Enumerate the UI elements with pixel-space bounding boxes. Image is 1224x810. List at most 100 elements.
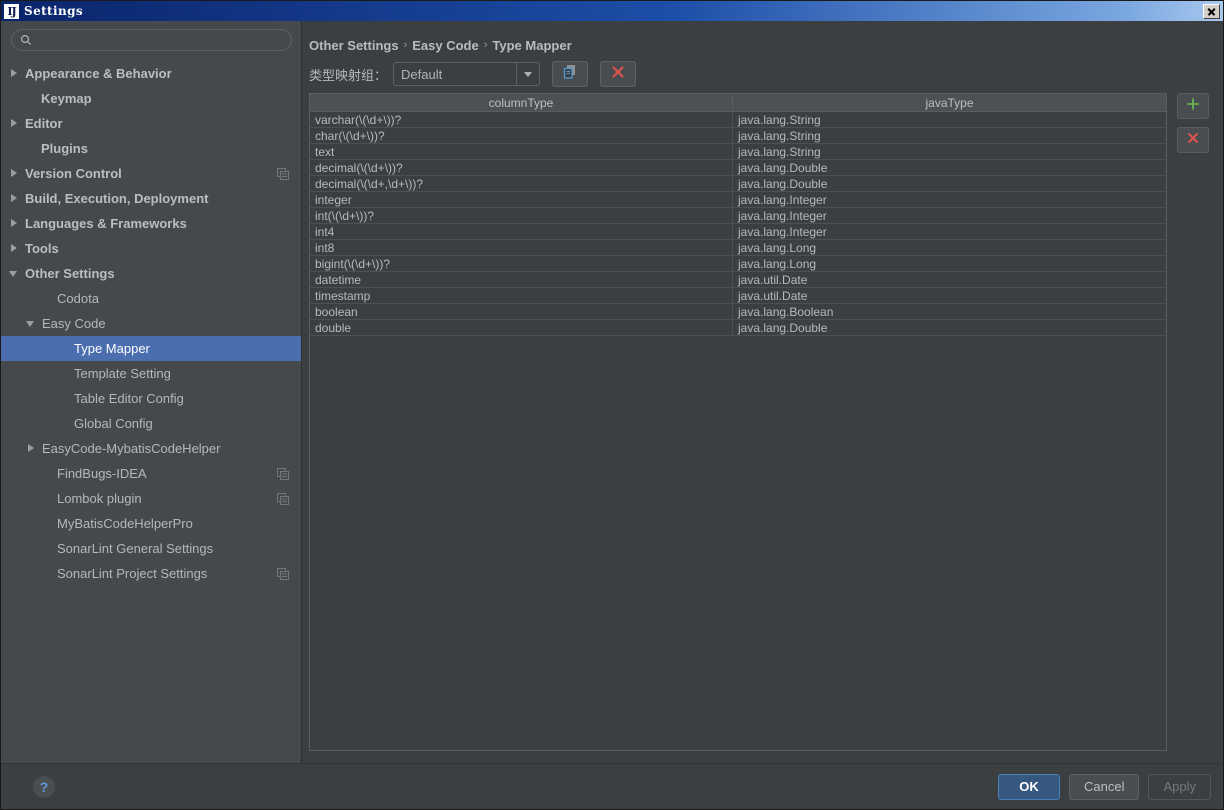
breadcrumb-part[interactable]: Easy Code: [412, 38, 478, 53]
sidebar-item-label: EasyCode-MybatisCodeHelper: [42, 441, 221, 456]
cell-javaType[interactable]: java.lang.Double: [733, 176, 1166, 191]
table-row[interactable]: decimal(\(\d+\))? java.lang.Double: [310, 160, 1166, 176]
chevron-right-icon[interactable]: [9, 243, 20, 254]
table-row[interactable]: bigint(\(\d+\))? java.lang.Long: [310, 256, 1166, 272]
table-row[interactable]: int4 java.lang.Integer: [310, 224, 1166, 240]
search-input[interactable]: [38, 33, 283, 47]
table-row[interactable]: integer java.lang.Integer: [310, 192, 1166, 208]
chevron-right-icon[interactable]: [9, 218, 20, 229]
cell-javaType[interactable]: java.lang.Integer: [733, 224, 1166, 239]
cell-columnType[interactable]: double: [310, 320, 733, 335]
copy-group-button[interactable]: [552, 61, 589, 87]
sidebar-item-label: Build, Execution, Deployment: [25, 191, 209, 206]
column-header-javaType[interactable]: javaType: [733, 94, 1166, 111]
cell-javaType[interactable]: java.lang.Long: [733, 256, 1166, 271]
cell-columnType[interactable]: varchar(\(\d+\))?: [310, 112, 733, 127]
type-mapper-group-select[interactable]: Default: [393, 62, 541, 86]
cell-javaType[interactable]: java.lang.String: [733, 112, 1166, 127]
chevron-right-icon[interactable]: [9, 68, 20, 79]
table-row[interactable]: int8 java.lang.Long: [310, 240, 1166, 256]
chevron-down-icon[interactable]: [9, 268, 20, 279]
sidebar-item-table-editor-config[interactable]: Table Editor Config: [1, 386, 301, 411]
type-mapper-group-value: Default: [401, 66, 443, 82]
cell-columnType[interactable]: int4: [310, 224, 733, 239]
cell-javaType[interactable]: java.lang.Integer: [733, 192, 1166, 207]
chevron-right-icon[interactable]: [9, 193, 20, 204]
chevron-right-icon[interactable]: [26, 443, 37, 454]
sidebar-item-keymap[interactable]: Keymap: [1, 86, 301, 111]
sidebar-item-other-settings[interactable]: Other Settings: [1, 261, 301, 286]
cell-javaType[interactable]: java.lang.Double: [733, 160, 1166, 175]
content-row: Appearance & Behavior Keymap Editor Plugins…: [1, 21, 1223, 763]
sidebar-item-codota[interactable]: Codota: [1, 286, 301, 311]
cell-columnType[interactable]: timestamp: [310, 288, 733, 303]
column-header-columnType[interactable]: columnType: [310, 94, 733, 111]
chevron-right-icon[interactable]: [9, 118, 20, 129]
add-row-button[interactable]: [1177, 93, 1209, 119]
cell-columnType[interactable]: decimal(\(\d+\))?: [310, 160, 733, 175]
sidebar-item-findbugs-idea[interactable]: FindBugs-IDEA: [1, 461, 301, 486]
chevron-down-icon[interactable]: [26, 318, 37, 329]
cell-columnType[interactable]: bigint(\(\d+\))?: [310, 256, 733, 271]
breadcrumb-part[interactable]: Other Settings: [309, 38, 399, 53]
ok-button[interactable]: OK: [998, 773, 1060, 800]
sidebar-item-sonarlint-general-settings[interactable]: SonarLint General Settings: [1, 536, 301, 561]
copy-icon: [562, 64, 578, 85]
sidebar-item-appearance-behavior[interactable]: Appearance & Behavior: [1, 61, 301, 86]
table-row[interactable]: char(\(\d+\))? java.lang.String: [310, 128, 1166, 144]
sidebar-item-languages-frameworks[interactable]: Languages & Frameworks: [1, 211, 301, 236]
sidebar-item-template-setting[interactable]: Template Setting: [1, 361, 301, 386]
sidebar-item-type-mapper[interactable]: Type Mapper: [1, 336, 301, 361]
close-icon[interactable]: [1203, 3, 1220, 19]
project-scope-icon: [277, 492, 289, 505]
sidebar-item-easycode-mybatiscodehelper[interactable]: EasyCode-MybatisCodeHelper: [1, 436, 301, 461]
cell-javaType[interactable]: java.util.Date: [733, 288, 1166, 303]
table-row[interactable]: double java.lang.Double: [310, 320, 1166, 336]
cell-columnType[interactable]: int(\(\d+\))?: [310, 208, 733, 223]
cell-javaType[interactable]: java.lang.Double: [733, 320, 1166, 335]
sidebar-item-build-execution-deployment[interactable]: Build, Execution, Deployment: [1, 186, 301, 211]
cell-columnType[interactable]: datetime: [310, 272, 733, 287]
chevron-down-icon[interactable]: [516, 63, 539, 85]
cell-javaType[interactable]: java.lang.Boolean: [733, 304, 1166, 319]
sidebar-item-plugins[interactable]: Plugins: [1, 136, 301, 161]
cell-columnType[interactable]: decimal(\(\d+,\d+\))?: [310, 176, 733, 191]
table-row[interactable]: datetime java.util.Date: [310, 272, 1166, 288]
delete-group-button[interactable]: [600, 61, 637, 87]
table-row[interactable]: varchar(\(\d+\))? java.lang.String: [310, 112, 1166, 128]
sidebar-item-editor[interactable]: Editor: [1, 111, 301, 136]
help-button[interactable]: ?: [33, 775, 55, 798]
cell-javaType[interactable]: java.lang.String: [733, 128, 1166, 143]
cell-javaType[interactable]: java.lang.String: [733, 144, 1166, 159]
sidebar-item-mybatiscodehelperpro[interactable]: MyBatisCodeHelperPro: [1, 511, 301, 536]
sidebar-item-global-config[interactable]: Global Config: [1, 411, 301, 436]
breadcrumb-part[interactable]: Type Mapper: [492, 38, 571, 53]
cell-javaType[interactable]: java.lang.Long: [733, 240, 1166, 255]
table-row[interactable]: int(\(\d+\))? java.lang.Integer: [310, 208, 1166, 224]
sidebar-item-lombok-plugin[interactable]: Lombok plugin: [1, 486, 301, 511]
sidebar-item-easy-code[interactable]: Easy Code: [1, 311, 301, 336]
cell-javaType[interactable]: java.lang.Integer: [733, 208, 1166, 223]
sidebar-item-version-control[interactable]: Version Control: [1, 161, 301, 186]
search-field[interactable]: [11, 29, 292, 51]
cell-columnType[interactable]: text: [310, 144, 733, 159]
project-scope-icon: [277, 467, 289, 480]
chevron-right-icon[interactable]: [9, 168, 20, 179]
table-row[interactable]: decimal(\(\d+,\d+\))? java.lang.Double: [310, 176, 1166, 192]
remove-row-button[interactable]: [1177, 127, 1209, 153]
sidebar-item-tools[interactable]: Tools: [1, 236, 301, 261]
cell-columnType[interactable]: boolean: [310, 304, 733, 319]
table-row[interactable]: timestamp java.util.Date: [310, 288, 1166, 304]
cell-columnType[interactable]: int8: [310, 240, 733, 255]
cancel-button[interactable]: Cancel: [1069, 773, 1140, 800]
table-row[interactable]: text java.lang.String: [310, 144, 1166, 160]
cell-javaType[interactable]: java.util.Date: [733, 272, 1166, 287]
sidebar-item-sonarlint-project-settings[interactable]: SonarLint Project Settings: [1, 561, 301, 586]
cell-columnType[interactable]: char(\(\d+\))?: [310, 128, 733, 143]
table-row[interactable]: boolean java.lang.Boolean: [310, 304, 1166, 320]
cell-columnType[interactable]: integer: [310, 192, 733, 207]
